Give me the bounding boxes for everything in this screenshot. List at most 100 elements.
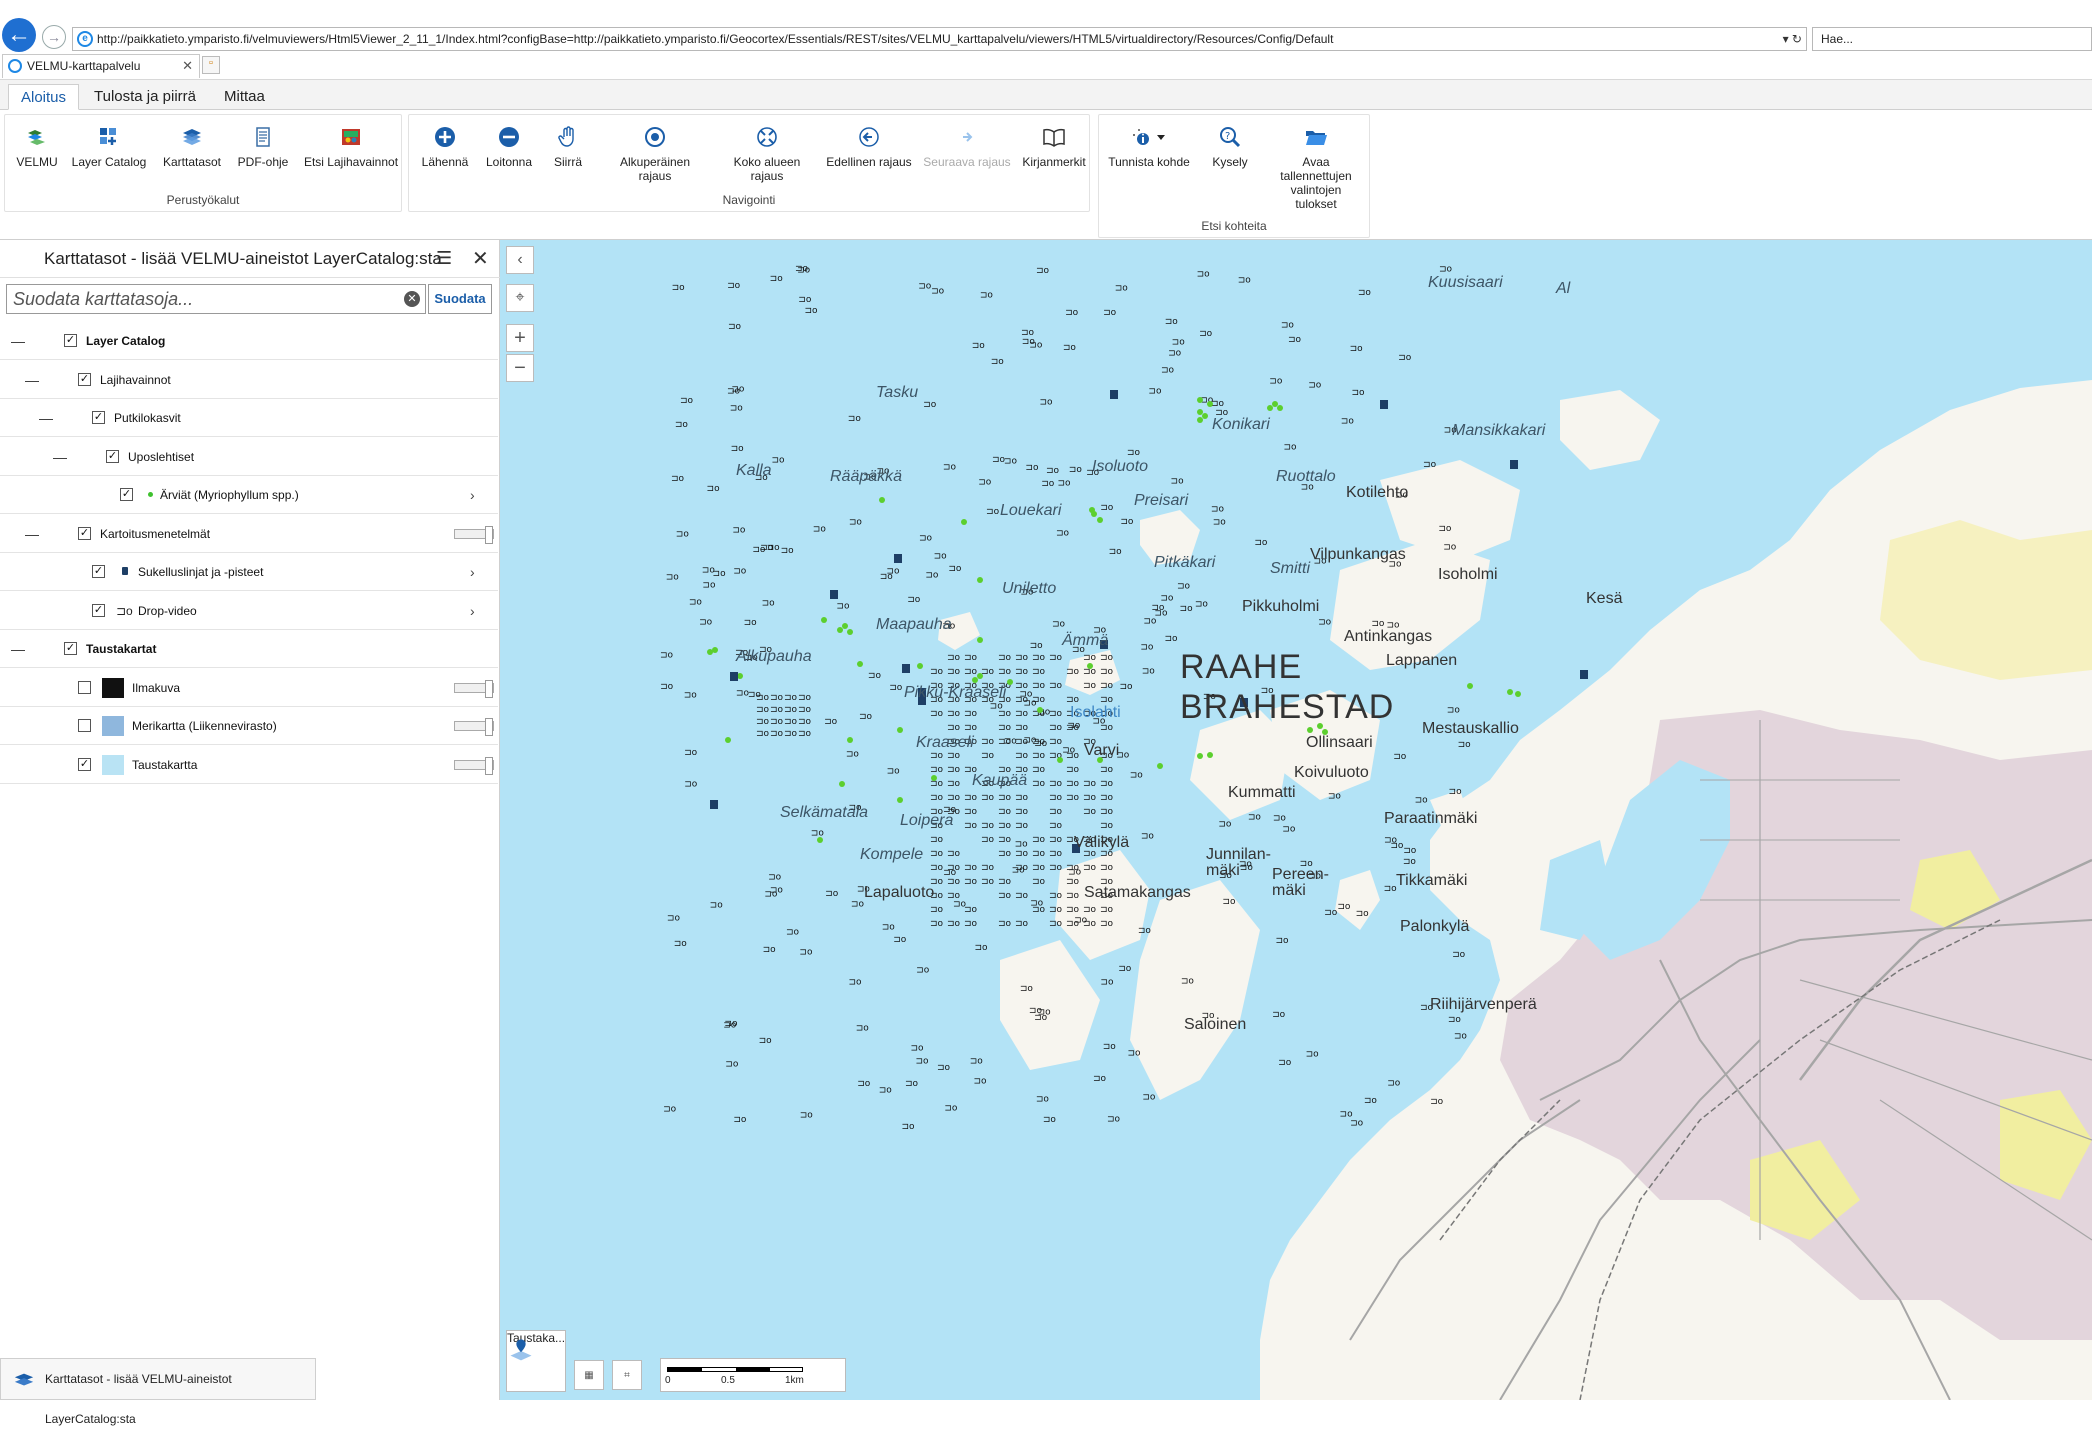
avaa-tallennetut-tulokset-button[interactable]: Avaa tallennettujen valintojen tulokset: [1269, 125, 1363, 211]
map-view[interactable]: ⊐o ⊐o ⊐o ⊐o ⊐o ⊐o ⊐o ⊐o ⊐o ⊐o ⊐o ⊐o ⊐o ⊐o ⊐o ⊐o ⊐o ⊐o ⊐o ⊐o…: [500, 240, 2092, 1400]
pdf-ohje-button[interactable]: PDF-ohje: [233, 125, 293, 169]
layer-checkbox[interactable]: ✓: [78, 372, 91, 386]
tab-mittaa[interactable]: Mittaa: [212, 84, 277, 110]
zoom-out-minus-icon[interactable]: −: [506, 354, 534, 382]
back-arrow-icon[interactable]: ←: [2, 18, 36, 52]
panel-taskbar-item[interactable]: Karttatasot - lisää VELMU-aineistot Laye…: [0, 1358, 316, 1426]
kysely-button[interactable]: ? Kysely: [1203, 125, 1257, 169]
lahenna-button[interactable]: Lähennä: [415, 125, 475, 169]
layer-row[interactable]: ✓ Sukelluslinjat ja -pisteet ›: [0, 553, 498, 591]
edellinen-rajaus-button[interactable]: Edellinen rajaus: [819, 125, 919, 169]
seuraava-rajaus-button[interactable]: Seuraava rajaus: [917, 125, 1017, 169]
drop-video-marker: ⊐o: [1211, 505, 1225, 515]
drop-video-marker: ⊐o: [930, 919, 944, 929]
layer-checkbox[interactable]: ✓: [92, 603, 105, 617]
drop-video-marker: ⊐o: [930, 667, 944, 677]
layer-row[interactable]: — ✓ Layer Catalog: [0, 322, 498, 360]
koko-alueen-rajaus-button[interactable]: Koko alueen rajaus: [717, 125, 817, 183]
loitonna-button[interactable]: Loitonna: [479, 125, 539, 169]
tunnista-kohde-button[interactable]: Tunnista kohde: [1101, 125, 1197, 169]
drop-video-marker: ⊐o: [1066, 863, 1080, 873]
collapse-toggle-icon[interactable]: —: [38, 399, 54, 437]
layer-checkbox[interactable]: ✓: [92, 565, 105, 578]
siirra-button[interactable]: Siirrä: [543, 125, 593, 169]
collapse-panel-chevron-icon[interactable]: ‹: [506, 246, 534, 274]
kirjanmerkit-button[interactable]: Kirjanmerkit: [1019, 125, 1089, 169]
etsi-lajihavainnot-button[interactable]: Etsi Lajihavainnot: [301, 125, 401, 169]
layer-checkbox[interactable]: ✓: [64, 334, 77, 347]
chevron-right-icon[interactable]: ›: [470, 592, 475, 630]
layer-row[interactable]: Merikartta (Liikennevirasto): [0, 707, 498, 745]
locate-me-icon[interactable]: ⌖: [506, 284, 534, 312]
alkuperainen-rajaus-button[interactable]: Alkuperäinen rajaus: [605, 125, 705, 183]
browser-tab[interactable]: VELMU-karttapalvelu ✕: [2, 54, 200, 78]
chevron-right-icon[interactable]: ›: [470, 553, 475, 591]
layer-checkbox[interactable]: ✓: [92, 411, 105, 424]
basemap-button[interactable]: Taustaka...: [506, 1330, 566, 1392]
drop-video-marker: ⊐o: [1100, 977, 1114, 987]
species-observation-dot: [879, 497, 885, 503]
collapse-toggle-icon[interactable]: —: [10, 322, 26, 360]
layer-row[interactable]: ✓ Ärviät (Myriophyllum spp.) ›: [0, 476, 498, 514]
scale-toggle-icon[interactable]: ⌗: [612, 1360, 642, 1390]
overview-map-icon[interactable]: ▦: [574, 1360, 604, 1390]
layer-checkbox[interactable]: ✓: [120, 488, 133, 501]
layer-row[interactable]: — ✓ Taustakartat: [0, 630, 498, 668]
layer-checkbox[interactable]: ✓: [106, 449, 119, 463]
clear-filter-icon[interactable]: ✕: [404, 291, 420, 307]
drop-video-marker: ⊐o: [798, 717, 812, 727]
collapse-toggle-icon[interactable]: —: [52, 438, 68, 476]
collapse-toggle-icon[interactable]: —: [24, 515, 40, 553]
layer-row[interactable]: ✓ Taustakartta: [0, 746, 498, 784]
layer-label: Taustakartta: [132, 757, 198, 772]
address-bar[interactable]: e http://paikkatieto.ymparisto.fi/velmuv…: [72, 27, 1807, 51]
layer-row[interactable]: — ✓ Lajihavainnot: [0, 361, 498, 399]
karttatasot-button[interactable]: Karttatasot: [157, 125, 227, 169]
velmu-button[interactable]: VELMU: [11, 125, 63, 169]
layer-checkbox[interactable]: ✓: [78, 757, 91, 771]
address-controls[interactable]: ▾ ↻: [1783, 28, 1802, 50]
filter-button[interactable]: Suodata: [428, 284, 492, 314]
opacity-slider[interactable]: [454, 525, 494, 544]
tab-aloitus[interactable]: Aloitus: [8, 84, 80, 110]
drop-video-marker: ⊐o: [1038, 1008, 1052, 1018]
forward-arrow-icon[interactable]: →: [42, 25, 66, 49]
opacity-slider[interactable]: [454, 679, 494, 698]
drop-video-marker: ⊐o: [923, 400, 937, 410]
layer-checkbox[interactable]: [78, 719, 91, 732]
layer-row[interactable]: ✓ ⊐o Drop-video ›: [0, 592, 498, 630]
species-observation-dot: [1197, 409, 1203, 415]
drop-video-marker: ⊐o: [756, 693, 770, 703]
layer-checkbox[interactable]: ✓: [64, 642, 77, 655]
layer-row[interactable]: — ✓ Uposlehtiset: [0, 438, 498, 476]
dive-point-marker: [730, 672, 738, 681]
layer-checkbox[interactable]: ✓: [78, 526, 91, 540]
opacity-slider[interactable]: [454, 718, 494, 736]
layer-row[interactable]: Ilmakuva: [0, 669, 498, 707]
drop-video-marker: ⊐o: [768, 873, 782, 883]
drop-video-marker: ⊐o: [1415, 796, 1429, 806]
drop-video-marker: ⊐o: [689, 598, 703, 608]
drop-video-marker: ⊐o: [1238, 276, 1252, 286]
hamburger-menu-icon[interactable]: ☰: [436, 248, 452, 269]
layer-checkbox[interactable]: [78, 680, 91, 694]
layer-catalog-button[interactable]: Layer Catalog: [69, 125, 149, 169]
layer-row[interactable]: — ✓ Kartoitusmenetelmät: [0, 515, 498, 553]
collapse-toggle-icon[interactable]: —: [10, 630, 26, 668]
close-icon[interactable]: ✕: [472, 246, 489, 271]
drop-video-marker: ⊐o: [798, 729, 812, 739]
drop-video-marker: ⊐o: [998, 849, 1012, 859]
collapse-toggle-icon[interactable]: —: [24, 361, 40, 399]
drop-video-marker: ⊐o: [1083, 807, 1097, 817]
zoom-in-plus-icon[interactable]: +: [506, 324, 534, 352]
close-tab-icon[interactable]: ✕: [182, 55, 193, 77]
opacity-slider[interactable]: [454, 756, 494, 775]
browser-search-input[interactable]: Hae...: [1812, 27, 2092, 51]
drop-video-marker: ⊐o: [1049, 723, 1063, 733]
layer-row[interactable]: — ✓ Putkilokasvit: [0, 399, 498, 437]
tab-tulosta-ja-piirra[interactable]: Tulosta ja piirrä: [82, 84, 208, 110]
chevron-right-icon[interactable]: ›: [470, 476, 475, 514]
layer-filter-input[interactable]: Suodata karttatasoja...: [6, 284, 426, 314]
new-tab-icon[interactable]: ▫: [202, 56, 220, 74]
drop-video-marker: ⊐o: [660, 650, 674, 660]
